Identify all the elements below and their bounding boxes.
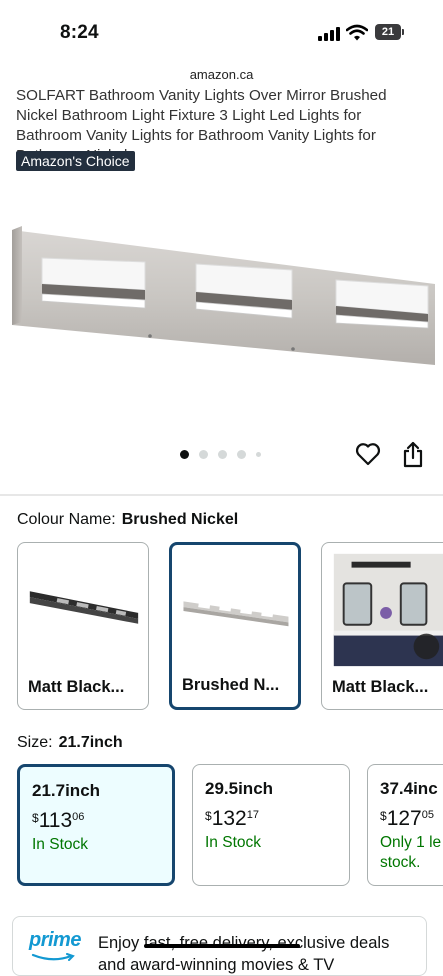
carousel-dot[interactable] [237, 450, 246, 459]
carousel-dot[interactable] [199, 450, 208, 459]
colour-label: Colour Name: [17, 511, 116, 528]
stock-status: In Stock [32, 836, 88, 853]
amazons-choice-badge[interactable]: Amazon's Choice [16, 151, 135, 171]
colour-name-row: Colour Name: Brushed Nickel [17, 511, 238, 529]
colour-selected-value: Brushed Nickel [121, 511, 239, 528]
vanity-light-fixture-image[interactable] [0, 200, 443, 440]
carousel-dot[interactable] [180, 450, 189, 459]
size-option-37-4inch[interactable]: 37.4inc $12705 Only 1 le stock. [367, 764, 443, 886]
matt-black-fixture-thumbnail [29, 591, 139, 624]
wifi-icon [346, 24, 368, 41]
size-option-price: $13217 [205, 807, 259, 830]
status-bar: 8:24 21 [0, 0, 443, 64]
swatch-label: Brushed N... [182, 676, 280, 694]
size-option-name: 21.7inch [32, 781, 101, 800]
prime-logo: prime [29, 929, 81, 951]
carousel-dot[interactable] [218, 450, 227, 459]
battery-icon: 21 [375, 24, 405, 41]
swatch-label: Matt Black... [332, 678, 429, 696]
colour-swatch-matt-black-room[interactable]: Matt Black... [321, 542, 443, 710]
size-label: Size: [17, 734, 53, 751]
prime-smile-icon [31, 953, 75, 961]
size-row: Size: 21.7inch [17, 734, 123, 752]
size-option-price: $11306 [32, 809, 85, 832]
carousel-dot[interactable] [256, 452, 261, 457]
prime-promo-text: Enjoy fast, free delivery, exclusive dea… [98, 934, 390, 974]
heart-icon[interactable] [355, 441, 381, 467]
swatch-label: Matt Black... [28, 678, 125, 696]
colour-swatch-brushed-nickel[interactable]: Brushed N... [169, 542, 301, 710]
home-indicator [144, 944, 300, 948]
size-option-price: $12705 [380, 807, 434, 830]
stock-status: Only 1 le stock. [380, 834, 442, 871]
colour-swatch-matt-black[interactable]: Matt Black... [17, 542, 149, 710]
stock-status: In Stock [205, 834, 261, 851]
size-selected-value: 21.7inch [58, 734, 123, 751]
share-icon[interactable] [401, 440, 425, 468]
brushed-nickel-fixture-thumbnail [183, 601, 289, 627]
cellular-signal-icon [318, 27, 340, 41]
status-time: 8:24 [60, 22, 99, 43]
size-option-name: 29.5inch [205, 779, 274, 798]
bathroom-scene-thumbnail [333, 553, 443, 667]
size-option-29-5inch[interactable]: 29.5inch $13217 In Stock [192, 764, 350, 886]
battery-level: 21 [375, 24, 401, 40]
size-option-name: 37.4inc [380, 779, 438, 798]
size-option-21-7inch[interactable]: 21.7inch $11306 In Stock [17, 764, 175, 886]
section-divider [0, 494, 443, 496]
url-bar[interactable]: amazon.ca [0, 64, 443, 86]
